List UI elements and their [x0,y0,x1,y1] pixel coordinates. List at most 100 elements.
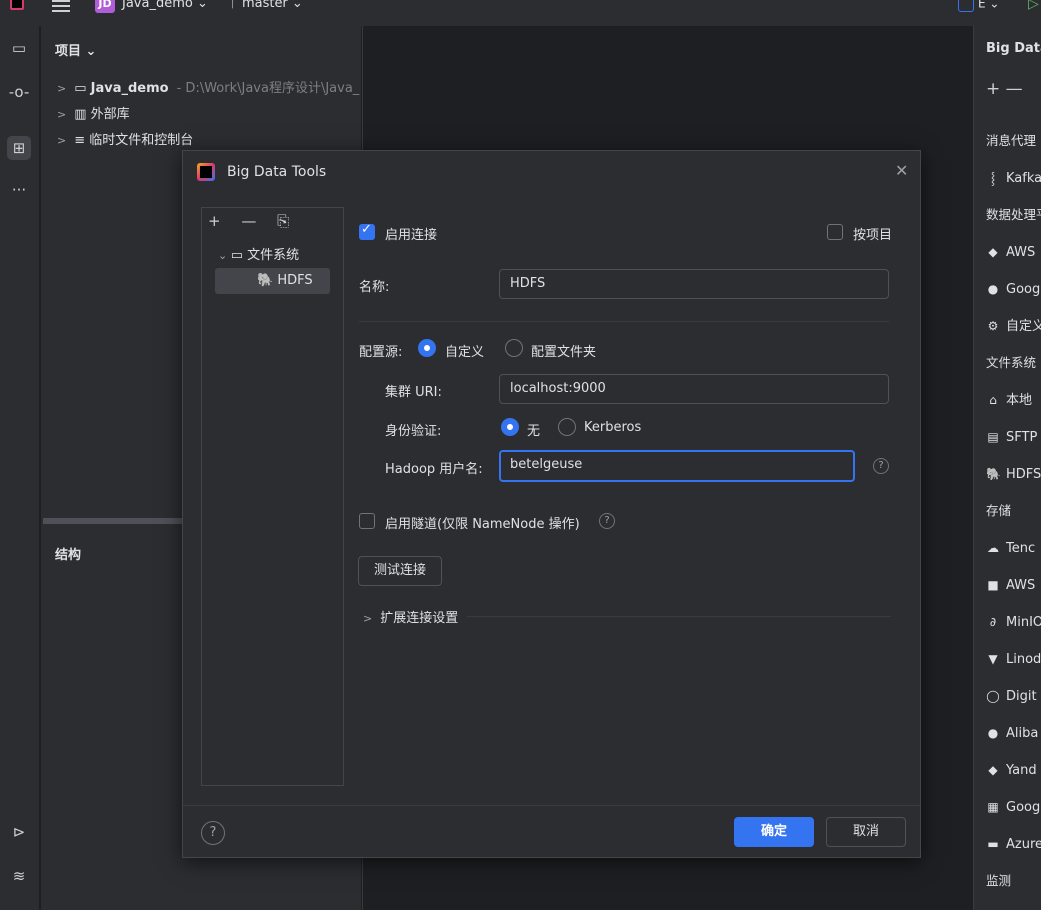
service-icon: ⚙ [987,319,999,333]
branch-icon: ᚴ [230,0,242,11]
help-icon[interactable]: ? [599,513,615,529]
cluster-uri-field[interactable]: localhost:9000 [499,374,889,404]
big-data-item-label: HDFS [1006,467,1041,482]
big-data-item-label: 自定义 [1006,319,1041,334]
tree-folder-filesystem[interactable]: ⌄ ▭ 文件系统 [218,244,299,263]
big-data-section-header: 数据处理平台 [986,204,1041,226]
enable-tunnel-checkbox[interactable] [359,513,375,529]
big-data-item-label: AWS [1006,245,1036,260]
big-data-item-label: Tenc [1006,541,1036,556]
name-field[interactable]: HDFS [499,269,889,299]
advanced-settings-toggle[interactable]: > 扩展连接设置 [363,607,458,626]
tree-item-scratches[interactable]: > ≡ 临时文件和控制台 [57,130,193,152]
big-data-tools-dialog: Big Data Tools ✕ + — ⎘ ⌄ ▭ 文件系统 🐘 HDFS 启… [182,150,921,858]
more-icon[interactable]: ··· [7,178,31,202]
big-data-item-label: 本地 [1006,393,1033,408]
big-data-item-label: MinIO [1006,615,1041,630]
name-label: 名称: [359,280,390,295]
chevron-right-icon: > [363,612,373,625]
cancel-button[interactable]: 取消 [826,817,906,847]
service-icon: 🐘 [986,467,1001,481]
scratches-icon: ≡ [74,133,90,148]
big-data-toolbar[interactable]: + — [986,78,1023,100]
plugins-icon[interactable]: ⊞ [7,136,31,160]
chevron-down-icon[interactable]: ⌄ [218,249,231,262]
chevron-right-icon[interactable]: > [57,108,66,121]
project-badge[interactable]: JD [95,0,115,13]
project-panel-header[interactable]: 项目 ⌄ [55,40,96,59]
app-logo-icon [10,0,24,10]
main-menu-icon[interactable] [52,0,70,12]
big-data-item[interactable]: ◆ Yand [986,759,1037,781]
per-project-checkbox[interactable] [827,224,843,240]
big-data-item[interactable]: ∂ MinIO [986,611,1041,633]
project-switcher[interactable]: Java_demo ⌄ [122,0,208,11]
big-data-item[interactable]: ▼ Linod [986,648,1041,670]
big-data-item[interactable]: ◯ Digit [986,685,1036,707]
big-data-item-label: Yand [1006,763,1037,778]
tree-item-external-libs[interactable]: > ▥ 外部库 [57,104,130,126]
close-icon[interactable]: ✕ [895,161,908,180]
service-icon: ▦ [987,800,999,814]
auth-none-label: 无 [527,424,541,439]
tree-item-label: 临时文件和控制台 [89,133,194,148]
big-data-panel-title: Big Data [986,41,1041,56]
big-data-item[interactable]: ⸾ Kafka [986,167,1041,189]
big-data-item[interactable]: ▬ Azure [986,833,1041,855]
config-custom-radio[interactable] [418,339,436,357]
divider [359,321,889,322]
folder-icon[interactable]: ▭ [7,36,31,60]
big-data-section-header: 消息代理 [986,130,1036,152]
service-icon: ◆ [988,763,998,777]
hadoop-user-label: Hadoop 用户名: [385,462,483,477]
run-icon[interactable]: ▷ [1028,0,1039,12]
service-icon: ⌂ [989,393,997,407]
enable-connection-label: 启用连接 [385,228,438,243]
big-data-item[interactable]: ● Aliba [986,722,1039,744]
tree-item-hdfs[interactable]: 🐘 HDFS [215,268,330,294]
auth-label: 身份验证: [385,424,442,439]
big-data-section-header: 存储 [986,500,1011,522]
tree-item-java-demo[interactable]: > ▭ Java_demo - D:\Work\Java程序设计\Java_ [57,78,359,100]
tree-item-path: - D:\Work\Java程序设计\Java_ [176,81,360,96]
run-config-label: E ⌄ [978,0,1000,11]
chevron-right-icon[interactable]: > [57,134,66,147]
big-data-item[interactable]: ▦ Goog [986,796,1040,818]
folder-icon: ▭ [230,248,248,263]
connection-list: + — ⎘ ⌄ ▭ 文件系统 🐘 HDFS [201,207,344,786]
commit-icon[interactable]: -o- [7,80,31,104]
big-data-item[interactable]: ⚙ 自定义 [986,315,1041,337]
big-data-item[interactable]: ● Goog [986,278,1040,300]
big-data-item-label: Kafka [1006,171,1041,186]
hadoop-user-field[interactable]: betelgeuse [499,450,855,482]
divider [467,616,891,617]
vcs-branch-switcher[interactable]: ᚴ master ⌄ [230,0,303,11]
big-data-item[interactable]: ■ AWS [986,574,1035,596]
chevron-right-icon[interactable]: > [57,82,66,95]
enable-connection-checkbox[interactable] [359,222,375,240]
big-data-item[interactable]: 🐘 HDFS [986,463,1041,485]
big-data-item[interactable]: ☁ Tenc [986,537,1035,559]
auth-none-radio[interactable] [501,418,519,436]
test-connection-button[interactable]: 测试连接 [358,556,442,586]
big-data-item-label: AWS [1006,578,1036,593]
config-folder-radio[interactable] [505,339,523,357]
connection-list-toolbar[interactable]: + — ⎘ [208,212,297,230]
big-data-item[interactable]: ▤ SFTP [986,426,1037,448]
auth-kerberos-label: Kerberos [584,420,642,435]
service-icon: ● [987,726,999,740]
enable-tunnel-label: 启用隧道(仅限 NameNode 操作) [385,517,580,532]
run-config-selector[interactable]: E ⌄ [958,0,1018,12]
footer-divider [183,805,920,806]
branch-label: master ⌄ [241,0,303,11]
big-data-item-label: 存储 [986,503,1012,518]
big-data-item[interactable]: ◆ AWS [986,241,1035,263]
run-services-icon[interactable]: ⊳ [7,820,31,844]
layers-icon[interactable]: ≋ [7,864,31,888]
auth-kerberos-radio[interactable] [558,418,576,436]
big-data-item[interactable]: ⌂ 本地 [986,389,1032,411]
panel-splitter[interactable] [43,518,183,524]
help-icon[interactable]: ? [201,821,225,845]
ok-button[interactable]: 确定 [734,817,814,847]
help-icon[interactable]: ? [873,458,889,474]
